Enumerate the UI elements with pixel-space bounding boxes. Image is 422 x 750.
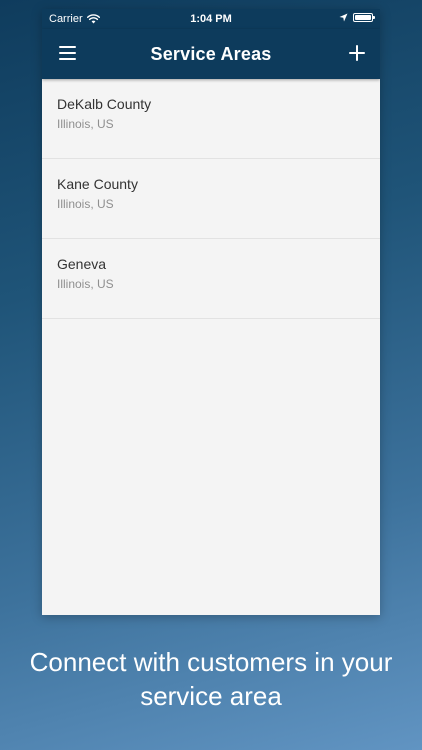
menu-icon[interactable] [59, 46, 76, 60]
service-area-location: Illinois, US [57, 197, 114, 211]
service-area-name: Kane County [57, 176, 138, 192]
promo-caption: Connect with customers in your service a… [29, 647, 393, 711]
phone-screen: Carrier 1:04 PM Service Areas DeKalb Cou… [42, 9, 380, 615]
service-area-list: DeKalb County Illinois, US Kane County I… [42, 79, 380, 319]
service-area-location: Illinois, US [57, 117, 114, 131]
battery-level [355, 15, 371, 20]
list-item[interactable]: Geneva Illinois, US [42, 239, 380, 319]
status-time: 1:04 PM [190, 13, 232, 25]
add-icon[interactable] [348, 44, 366, 62]
status-bar: Carrier 1:04 PM [42, 9, 380, 29]
page-title: Service Areas [150, 43, 272, 64]
service-area-name: DeKalb County [57, 96, 152, 112]
nav-bar: Service Areas [42, 29, 380, 79]
battery-icon [353, 13, 375, 22]
list-item[interactable]: Kane County Illinois, US [42, 159, 380, 239]
service-area-location: Illinois, US [57, 277, 114, 291]
location-arrow-icon [339, 13, 348, 22]
service-area-name: Geneva [57, 256, 107, 272]
list-item[interactable]: DeKalb County Illinois, US [42, 79, 380, 159]
status-right [339, 13, 375, 22]
